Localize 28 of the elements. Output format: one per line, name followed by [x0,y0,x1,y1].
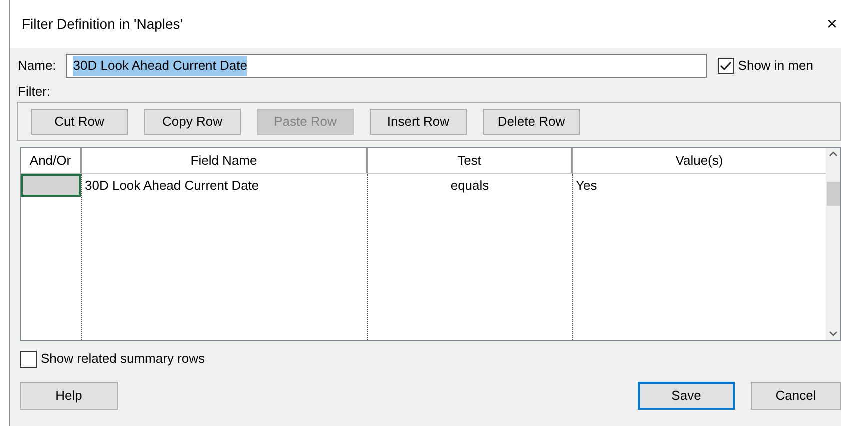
name-field[interactable]: 30D Look Ahead Current Date [66,54,708,78]
toolbar-button[interactable]: Insert Row [370,108,467,134]
toolbar-button[interactable]: Copy Row [144,108,241,134]
check-icon [720,61,732,71]
close-button[interactable]: × [827,15,841,33]
column-header[interactable]: Field Name [82,148,368,173]
checkbox[interactable] [20,350,37,368]
window-title: Filter Definition in 'Naples' [22,14,183,34]
save-button[interactable]: Save [638,382,735,410]
scrollbar[interactable] [826,148,840,340]
table-cell-text: 30D Look Ahead Current Date [85,176,260,195]
table-cell-text: equals [450,176,490,195]
checkbox-label: Show related summary rows [41,350,205,368]
help-button[interactable]: Help [20,382,118,410]
table-cell-text: Yes [576,176,598,195]
cancel-button[interactable]: Cancel [751,382,841,410]
column-header[interactable]: Value(s) [573,148,826,173]
scroll-down-icon[interactable] [828,331,838,337]
toolbar-button[interactable]: Delete Row [483,108,580,134]
scroll-thumb[interactable] [826,182,840,206]
filter-label: Filter: [18,84,50,99]
checkbox[interactable] [718,58,734,74]
checkbox-label: Show in men [738,57,814,76]
column-header[interactable]: Test [368,148,573,173]
name-label: Name: [18,57,56,76]
scroll-up-icon[interactable] [828,151,838,157]
toolbar-button[interactable]: Cut Row [31,108,128,134]
selected-cell[interactable] [21,174,81,197]
